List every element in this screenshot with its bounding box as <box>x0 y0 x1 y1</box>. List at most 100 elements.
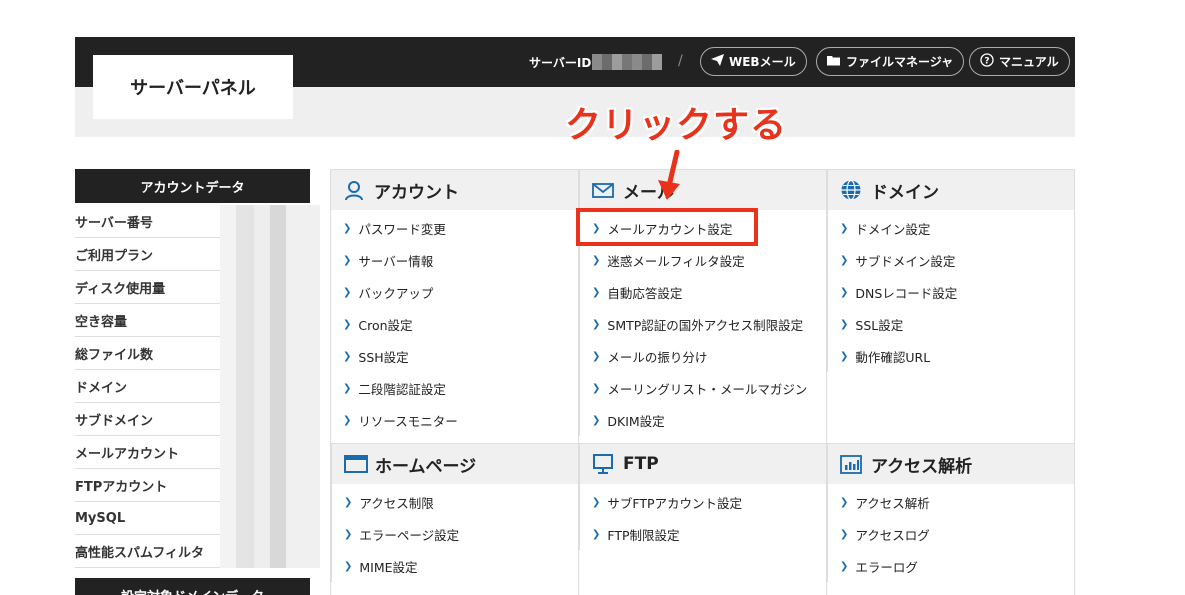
chevron-right-icon: ❯ <box>344 528 353 540</box>
chevron-right-icon: ❯ <box>343 414 352 426</box>
section-title: ドメイン <box>871 182 939 203</box>
menu-link-dns[interactable]: ❯ DNSレコード設定 <box>828 276 1074 308</box>
chevron-right-icon: ❯ <box>343 286 352 298</box>
envelope-icon <box>592 179 614 201</box>
blurred-value <box>220 370 320 403</box>
menu-link-error-log[interactable]: ❯ エラーログ <box>828 550 1074 582</box>
click-instruction-annotation: クリックする <box>565 105 788 146</box>
chevron-right-icon: ❯ <box>343 222 352 234</box>
blurred-value <box>220 403 320 436</box>
manual-label: マニュアル <box>999 55 1059 69</box>
menu-link-subdomain[interactable]: ❯ サブドメイン設定 <box>828 244 1074 276</box>
chevron-right-icon: ❯ <box>592 254 601 266</box>
globe-icon <box>840 179 862 201</box>
chevron-right-icon: ❯ <box>592 414 601 426</box>
chevron-right-icon: ❯ <box>840 528 849 540</box>
section-header-mail: メール <box>580 170 826 210</box>
chevron-right-icon: ❯ <box>592 350 601 362</box>
section-header-analytics: アクセス解析 <box>828 444 1074 484</box>
section-header-domain: ドメイン <box>828 170 1074 210</box>
list-item: ドメイン <box>75 370 320 403</box>
menu-link-resource-monitor[interactable]: ❯ リソースモニター <box>331 404 578 436</box>
chevron-right-icon: ❯ <box>840 496 849 508</box>
list-item: ディスク使用量 <box>75 271 320 304</box>
blurred-value <box>220 502 320 535</box>
menu-link-access-analytics[interactable]: ❯ アクセス解析 <box>828 486 1074 518</box>
list-item: メールアカウント <box>75 436 320 469</box>
menu-link-cron[interactable]: ❯ Cron設定 <box>331 308 578 340</box>
chevron-right-icon: ❯ <box>343 382 352 394</box>
chevron-right-icon: ❯ <box>344 496 353 508</box>
blurred-value <box>220 271 320 304</box>
section-ftp: FTP ❯ サブFTPアカウント設定 ❯ FTP制限設定 <box>579 444 826 550</box>
list-item: 総ファイル数 <box>75 337 320 370</box>
section-title: アカウント <box>374 182 459 203</box>
manual-button[interactable]: ? マニュアル <box>969 47 1070 76</box>
chevron-right-icon: ❯ <box>840 254 849 266</box>
list-item: 高性能スパムフィルタ <box>75 535 320 568</box>
menu-link-mime[interactable]: ❯ MIME設定 <box>332 550 578 582</box>
menu-link-mail-sorting[interactable]: ❯ メールの振り分け <box>580 340 826 372</box>
menu-link-ssl[interactable]: ❯ SSL設定 <box>828 308 1074 340</box>
section-title: アクセス解析 <box>871 456 973 477</box>
blurred-value <box>220 238 320 271</box>
header-separator: / <box>678 53 683 69</box>
section-domain: ドメイン ❯ ドメイン設定 ❯ サブドメイン設定 ❯ DNSレコード設定 ❯ SSL設定… <box>827 170 1074 372</box>
webmail-label: WEBメール <box>729 55 796 69</box>
browser-window-icon <box>344 453 368 475</box>
chevron-right-icon: ❯ <box>840 222 849 234</box>
section-title: FTP <box>623 454 659 474</box>
section-header-homepage: ホームページ <box>332 444 578 484</box>
section-account: アカウント ❯ パスワード変更 ❯ サーバー情報 ❯ バックアップ ❯ Cron設定 ❯… <box>331 170 578 436</box>
menu-link-server-info[interactable]: ❯ サーバー情報 <box>331 244 578 276</box>
list-item: ご利用プラン <box>75 238 320 271</box>
list-item: サーバー番号 <box>75 205 320 238</box>
menu-link-access-log[interactable]: ❯ アクセスログ <box>828 518 1074 550</box>
menu-link-2fa[interactable]: ❯ 二段階認証設定 <box>331 372 578 404</box>
menu-link-password[interactable]: ❯ パスワード変更 <box>331 212 578 244</box>
menu-link-ftp-restriction[interactable]: ❯ FTP制限設定 <box>580 518 826 550</box>
chevron-right-icon: ❯ <box>592 382 601 394</box>
menu-link-mailing-list[interactable]: ❯ メーリングリスト・メールマガジン <box>580 372 826 404</box>
account-data-list: サーバー番号 ご利用プラン ディスク使用量 空き容量 総ファイル数 ドメイン サ… <box>75 205 320 568</box>
menu-link-sub-ftp[interactable]: ❯ サブFTPアカウント設定 <box>580 486 826 518</box>
svg-text:?: ? <box>984 57 989 67</box>
server-id-value-blurred <box>592 54 662 70</box>
file-manager-button[interactable]: ファイルマネージャ <box>816 47 965 76</box>
menu-link-backup[interactable]: ❯ バックアップ <box>331 276 578 308</box>
menu-link-domain-settings[interactable]: ❯ ドメイン設定 <box>828 212 1074 244</box>
chevron-right-icon: ❯ <box>840 318 849 330</box>
chevron-right-icon: ❯ <box>840 286 849 298</box>
chevron-right-icon: ❯ <box>840 560 849 572</box>
blurred-value <box>220 469 320 502</box>
blurred-value <box>220 304 320 337</box>
list-item: FTPアカウント <box>75 469 320 502</box>
chevron-right-icon: ❯ <box>592 286 601 298</box>
menu-link-ssh[interactable]: ❯ SSH設定 <box>331 340 578 372</box>
menu-link-dkim[interactable]: ❯ DKIM設定 <box>580 404 826 436</box>
menu-link-test-url[interactable]: ❯ 動作確認URL <box>828 340 1074 372</box>
paper-plane-icon <box>711 54 724 69</box>
webmail-button[interactable]: WEBメール <box>700 47 807 76</box>
menu-link-spam-filter[interactable]: ❯ 迷惑メールフィルタ設定 <box>580 244 826 276</box>
menu-link-auto-reply[interactable]: ❯ 自動応答設定 <box>580 276 826 308</box>
section-header-account: アカウント <box>331 170 578 210</box>
blurred-value <box>220 436 320 469</box>
section-homepage: ホームページ ❯ アクセス制限 ❯ エラーページ設定 ❯ MIME設定 <box>331 444 578 582</box>
annotation-arrow-icon <box>658 150 680 200</box>
panel-logo[interactable]: サーバーパネル <box>93 55 293 119</box>
server-id-label: サーバーID <box>529 56 592 70</box>
blurred-value <box>220 337 320 370</box>
bar-chart-icon <box>840 453 862 475</box>
file-manager-label: ファイルマネージャ <box>846 55 954 69</box>
menu-link-smtp-restriction[interactable]: ❯ SMTP認証の国外アクセス制限設定 <box>580 308 826 340</box>
section-header-ftp: FTP <box>580 444 826 484</box>
folder-icon <box>827 55 841 69</box>
section-analytics: アクセス解析 ❯ アクセス解析 ❯ アクセスログ ❯ エラーログ <box>827 444 1074 582</box>
help-circle-icon: ? <box>980 53 994 70</box>
list-item: MySQL <box>75 502 320 535</box>
chevron-right-icon: ❯ <box>343 318 352 330</box>
menu-link-access-restriction[interactable]: ❯ アクセス制限 <box>332 486 578 518</box>
user-icon <box>343 179 365 201</box>
menu-link-error-page[interactable]: ❯ エラーページ設定 <box>332 518 578 550</box>
